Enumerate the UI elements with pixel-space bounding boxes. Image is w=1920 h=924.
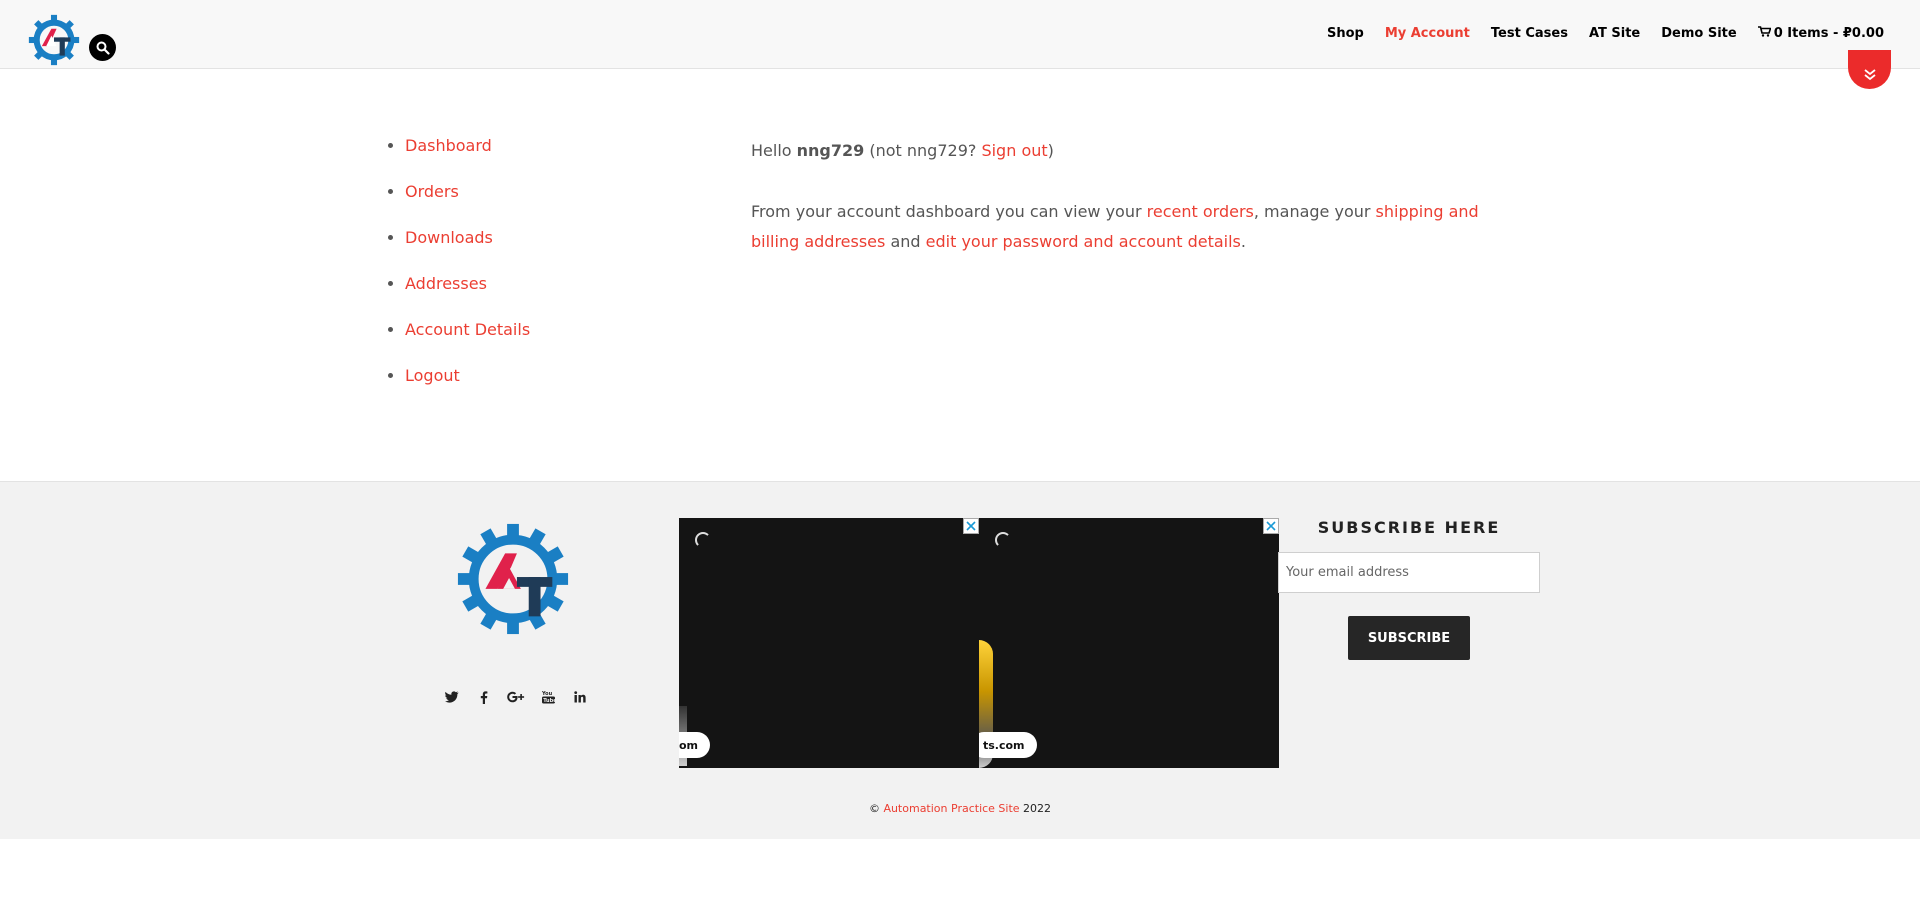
close-icon: [1266, 521, 1276, 531]
nav-shop[interactable]: Shop: [1327, 26, 1364, 41]
account-nav-orders[interactable]: Orders: [405, 182, 459, 201]
account-nav-item: Downloads: [405, 228, 530, 274]
sign-out-link[interactable]: Sign out: [981, 141, 1047, 160]
ad-cta-pill[interactable]: om: [679, 732, 711, 758]
advertisement[interactable]: ts.com: [979, 518, 1279, 768]
search-button[interactable]: [89, 34, 116, 61]
greeting-not: (not nng729?: [864, 141, 982, 160]
account-nav-item: Account Details: [405, 320, 530, 366]
main-nav: Shop My Account Test Cases AT Site Demo …: [1327, 26, 1884, 41]
account-main: Dashboard Orders Downloads Addresses Acc…: [0, 70, 1920, 481]
cart-icon: [1757, 26, 1771, 37]
svg-text:Tube: Tube: [543, 698, 555, 704]
subscribe-button[interactable]: SUBSCRIBE: [1348, 616, 1470, 660]
site-footer: YouTube om ts.com SUBSCRIBE HERE SUBSCRI…: [0, 481, 1920, 839]
ad-close-button[interactable]: [963, 518, 979, 534]
nav-my-account[interactable]: My Account: [1385, 26, 1470, 41]
copyright-year: 2022: [1019, 802, 1052, 815]
linkedin-icon[interactable]: [571, 688, 589, 706]
greeting-prefix: Hello: [751, 141, 797, 160]
copyright: © Automation Practice Site 2022: [0, 802, 1920, 815]
facebook-icon[interactable]: [475, 688, 493, 706]
account-navigation: Dashboard Orders Downloads Addresses Acc…: [405, 136, 530, 412]
double-chevron-down-icon: [1863, 69, 1876, 81]
social-links: You Tube: [443, 688, 589, 706]
account-nav-item: Orders: [405, 182, 530, 228]
loading-spinner-icon: [695, 532, 711, 548]
search-icon: [96, 41, 110, 55]
nav-demo-site[interactable]: Demo Site: [1661, 26, 1736, 41]
ad-cta-pill[interactable]: ts.com: [979, 732, 1037, 758]
copyright-symbol: ©: [868, 802, 884, 815]
site-link[interactable]: Automation Practice Site: [883, 802, 1019, 815]
loading-spinner-icon: [995, 532, 1011, 548]
subscribe-form: SUBSCRIBE HERE SUBSCRIBE: [1278, 518, 1540, 660]
account-nav-item: Dashboard: [405, 136, 530, 182]
account-nav-item: Addresses: [405, 274, 530, 320]
account-nav-addresses[interactable]: Addresses: [405, 274, 487, 293]
account-nav-account-details[interactable]: Account Details: [405, 320, 530, 339]
advertisement[interactable]: om: [679, 518, 979, 768]
account-nav-downloads[interactable]: Downloads: [405, 228, 493, 247]
username: nng729: [796, 141, 865, 160]
svg-text:You: You: [542, 691, 553, 697]
manage-text: , manage your: [1253, 202, 1376, 221]
account-nav-logout[interactable]: Logout: [405, 366, 460, 385]
subscribe-title: SUBSCRIBE HERE: [1317, 518, 1501, 537]
site-header: Shop My Account Test Cases AT Site Demo …: [0, 0, 1920, 69]
close-icon: [966, 521, 976, 531]
account-nav-item: Logout: [405, 366, 530, 412]
google-plus-icon[interactable]: [507, 688, 525, 706]
and-text: and: [885, 232, 926, 251]
account-details-link[interactable]: edit your password and account details: [926, 232, 1241, 251]
cart-summary: 0 Items - ₽0.00: [1773, 26, 1884, 41]
email-field[interactable]: [1278, 552, 1540, 593]
account-nav-dashboard[interactable]: Dashboard: [405, 136, 492, 155]
site-logo[interactable]: [28, 14, 80, 66]
greeting: Hello nng729 (not nng729? Sign out): [751, 136, 1511, 166]
dashboard-intro: From your account dashboard you can view…: [751, 197, 1511, 257]
nav-at-site[interactable]: AT Site: [1589, 26, 1640, 41]
dashboard-content: Hello nng729 (not nng729? Sign out) From…: [751, 136, 1511, 257]
youtube-icon[interactable]: You Tube: [539, 688, 557, 706]
nav-test-cases[interactable]: Test Cases: [1491, 26, 1568, 41]
intro-text: From your account dashboard you can view…: [751, 202, 1147, 221]
recent-orders-link[interactable]: recent orders: [1147, 202, 1254, 221]
nav-cart[interactable]: 0 Items - ₽0.00: [1757, 26, 1884, 41]
footer-logo[interactable]: [454, 518, 572, 640]
twitter-icon[interactable]: [443, 688, 461, 706]
ad-close-button[interactable]: [1263, 518, 1279, 534]
greeting-suffix: ): [1047, 141, 1054, 160]
period-text: .: [1240, 232, 1246, 251]
